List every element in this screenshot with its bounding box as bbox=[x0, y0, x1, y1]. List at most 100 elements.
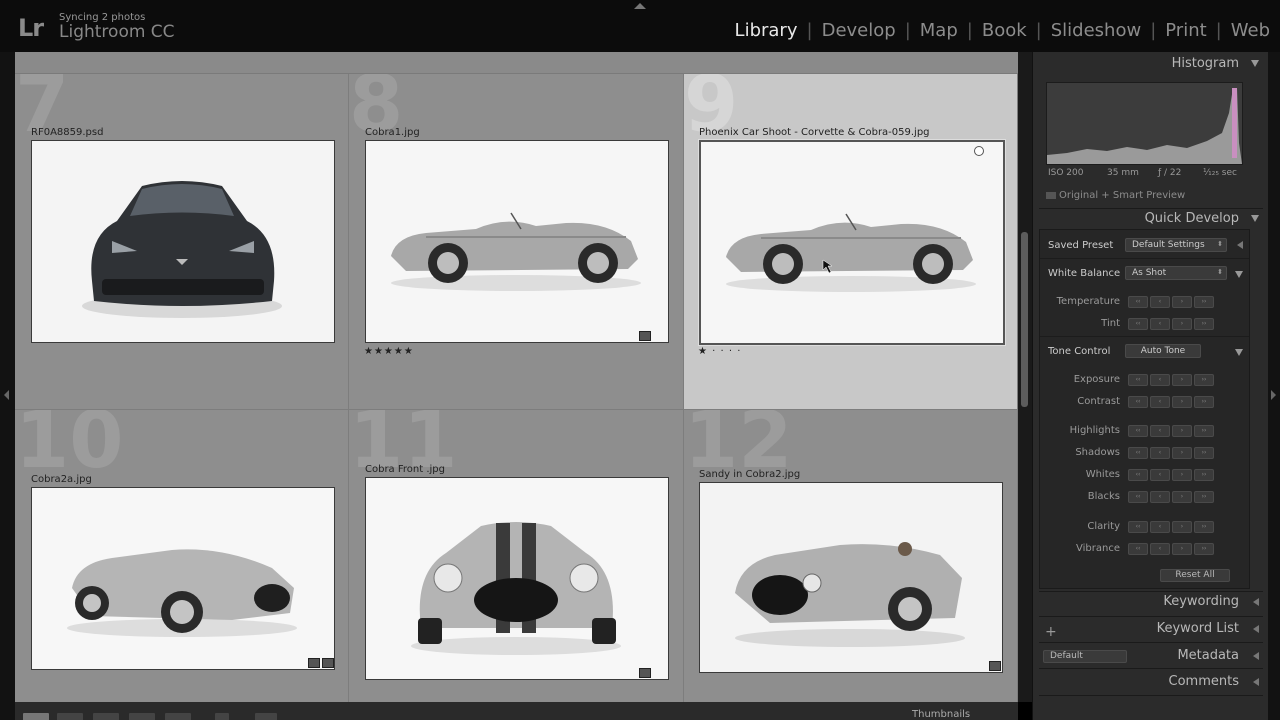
library-toolbar: Thumbnails bbox=[15, 702, 1018, 720]
shadows-label: Shadows bbox=[1075, 447, 1120, 458]
quick-develop-header[interactable]: Quick Develop bbox=[1033, 207, 1269, 231]
cell-filename: Phoenix Car Shoot - Corvette & Cobra-059… bbox=[699, 127, 930, 138]
thumbnail-image[interactable] bbox=[365, 140, 669, 343]
cell-filename: Cobra2a.jpg bbox=[31, 474, 92, 485]
exposure-stepper[interactable]: ‹‹ ‹ › ›› bbox=[1128, 374, 1214, 386]
comments-header[interactable]: Comments bbox=[1033, 670, 1269, 694]
panel-divider bbox=[1039, 695, 1263, 696]
survey-view-icon[interactable] bbox=[129, 713, 155, 720]
white-balance-label: White Balance bbox=[1048, 268, 1121, 279]
keyword-list-header[interactable]: Keyword List bbox=[1033, 617, 1269, 641]
loupe-view-icon[interactable] bbox=[57, 713, 83, 720]
compare-view-icon[interactable] bbox=[93, 713, 119, 720]
quick-develop-title: Quick Develop bbox=[1144, 211, 1239, 226]
thumbnail-image[interactable] bbox=[699, 482, 1003, 673]
expand-triangle-icon[interactable] bbox=[1253, 678, 1259, 686]
auto-tone-button[interactable]: Auto Tone bbox=[1125, 344, 1201, 358]
expand-triangle-icon[interactable] bbox=[1253, 598, 1259, 606]
saved-preset-value: Default Settings bbox=[1132, 240, 1205, 250]
histogram-graph bbox=[1046, 82, 1243, 165]
tint-label: Tint bbox=[1101, 318, 1120, 329]
grid-cell[interactable]: 10 Cobra2a.jpg bbox=[15, 410, 349, 702]
left-panel-collapsed[interactable] bbox=[0, 52, 15, 720]
auto-tone-label: Auto Tone bbox=[1140, 346, 1186, 356]
collapse-triangle-icon[interactable] bbox=[1251, 60, 1259, 67]
collapse-triangle-icon[interactable] bbox=[1235, 349, 1243, 356]
reset-all-button[interactable]: Reset All bbox=[1160, 569, 1230, 582]
cell-filename: Sandy in Cobra2.jpg bbox=[699, 469, 801, 480]
histogram-header[interactable]: Histogram bbox=[1033, 52, 1269, 76]
expand-triangle-icon[interactable] bbox=[1237, 241, 1243, 249]
thumbnail-image[interactable] bbox=[31, 140, 335, 343]
whites-stepper[interactable]: ‹‹ ‹ › ›› bbox=[1128, 469, 1214, 481]
cell-index: 10 bbox=[15, 410, 124, 486]
blacks-stepper[interactable]: ‹‹ ‹ › ›› bbox=[1128, 491, 1214, 503]
tint-stepper[interactable]: ‹‹ ‹ › ›› bbox=[1128, 318, 1214, 330]
collapse-top-panel-icon[interactable] bbox=[634, 3, 646, 9]
expand-left-panel-icon[interactable] bbox=[4, 390, 9, 400]
focal-length-value: 35 mm bbox=[1107, 168, 1139, 178]
metadata-title: Metadata bbox=[1177, 648, 1239, 663]
cobra-front-photo bbox=[366, 478, 668, 679]
expand-triangle-icon[interactable] bbox=[1253, 652, 1259, 660]
smart-preview-icon bbox=[1046, 192, 1056, 199]
white-balance-select[interactable]: As Shot ⬍ bbox=[1125, 266, 1227, 280]
white-balance-value: As Shot bbox=[1132, 268, 1167, 278]
highlights-stepper[interactable]: ‹‹ ‹ › ›› bbox=[1128, 425, 1214, 437]
contrast-stepper[interactable]: ‹‹ ‹ › ›› bbox=[1128, 396, 1214, 408]
module-picker: Library | Develop | Map | Book | Slidesh… bbox=[735, 20, 1270, 41]
blacks-label: Blacks bbox=[1087, 491, 1120, 502]
vibrance-stepper[interactable]: ‹‹ ‹ › ›› bbox=[1128, 543, 1214, 555]
star-rating[interactable]: ★★★★★ bbox=[364, 346, 414, 357]
contrast-label: Contrast bbox=[1077, 396, 1120, 407]
grid-cell[interactable]: 12 Sandy in Cobra2.jpg bbox=[684, 410, 1018, 702]
grid-cell-selected[interactable]: 9 Phoenix Car Shoot - Corvette & Cobra-0… bbox=[684, 74, 1018, 410]
thumbnail-image[interactable] bbox=[365, 477, 669, 680]
module-bar: Lr Syncing 2 photos Lightroom CC Library… bbox=[0, 0, 1280, 52]
module-slideshow[interactable]: Slideshow bbox=[1051, 20, 1141, 41]
grid-view-icon[interactable] bbox=[23, 713, 49, 720]
module-print[interactable]: Print bbox=[1165, 20, 1206, 41]
clarity-label: Clarity bbox=[1087, 521, 1120, 532]
thumbnail-grid[interactable]: 7 RF0A8859.psd 8 Cobra1.jpg ★★★★★ 9 Phoe… bbox=[15, 52, 1018, 702]
preview-status[interactable]: Original + Smart Preview bbox=[1059, 190, 1185, 201]
module-separator: | bbox=[1215, 20, 1222, 41]
grid-cell[interactable]: 7 RF0A8859.psd bbox=[15, 74, 349, 410]
module-separator: | bbox=[904, 20, 911, 41]
comments-title: Comments bbox=[1168, 674, 1239, 689]
keywording-header[interactable]: Keywording bbox=[1033, 590, 1269, 614]
thumbnail-image[interactable] bbox=[698, 139, 1006, 346]
grid-cell[interactable]: 11 Cobra Front .jpg bbox=[349, 410, 684, 702]
saved-preset-select[interactable]: Default Settings ⬍ bbox=[1125, 238, 1227, 252]
module-library[interactable]: Library bbox=[735, 20, 798, 41]
expand-triangle-icon[interactable] bbox=[1253, 625, 1259, 633]
collapse-triangle-icon[interactable] bbox=[1251, 215, 1259, 222]
temperature-stepper[interactable]: ‹‹ ‹ › ›› bbox=[1128, 296, 1214, 308]
star-rating[interactable]: ★ · · · · bbox=[698, 346, 741, 357]
people-view-icon[interactable] bbox=[165, 713, 191, 720]
shadows-stepper[interactable]: ‹‹ ‹ › ›› bbox=[1128, 447, 1214, 459]
cell-filename: Cobra Front .jpg bbox=[365, 464, 445, 475]
metadata-header[interactable]: Metadata bbox=[1033, 644, 1269, 668]
cobra-three-quarter-photo bbox=[32, 488, 334, 669]
thumbnail-image[interactable] bbox=[31, 487, 335, 670]
right-edge-strip[interactable] bbox=[1268, 52, 1280, 720]
quick-collection-icon[interactable] bbox=[974, 146, 984, 156]
module-separator: | bbox=[966, 20, 973, 41]
module-book[interactable]: Book bbox=[982, 20, 1027, 41]
highlights-label: Highlights bbox=[1069, 425, 1120, 436]
grid-cell[interactable]: 8 Cobra1.jpg ★★★★★ bbox=[349, 74, 684, 410]
sort-icon[interactable] bbox=[255, 713, 277, 720]
histogram-title: Histogram bbox=[1171, 56, 1239, 71]
module-develop[interactable]: Develop bbox=[822, 20, 896, 41]
collapse-right-panel-icon[interactable] bbox=[1271, 390, 1276, 400]
module-map[interactable]: Map bbox=[920, 20, 958, 41]
clarity-stepper[interactable]: ‹‹ ‹ › ›› bbox=[1128, 521, 1214, 533]
module-web[interactable]: Web bbox=[1231, 20, 1270, 41]
painter-icon[interactable] bbox=[215, 713, 229, 720]
cell-filename: RF0A8859.psd bbox=[31, 127, 104, 138]
grid-scrollbar[interactable] bbox=[1018, 52, 1032, 702]
collapse-triangle-icon[interactable] bbox=[1235, 271, 1243, 278]
stack-badge-icon bbox=[308, 658, 320, 668]
scrollbar-thumb[interactable] bbox=[1021, 232, 1028, 407]
